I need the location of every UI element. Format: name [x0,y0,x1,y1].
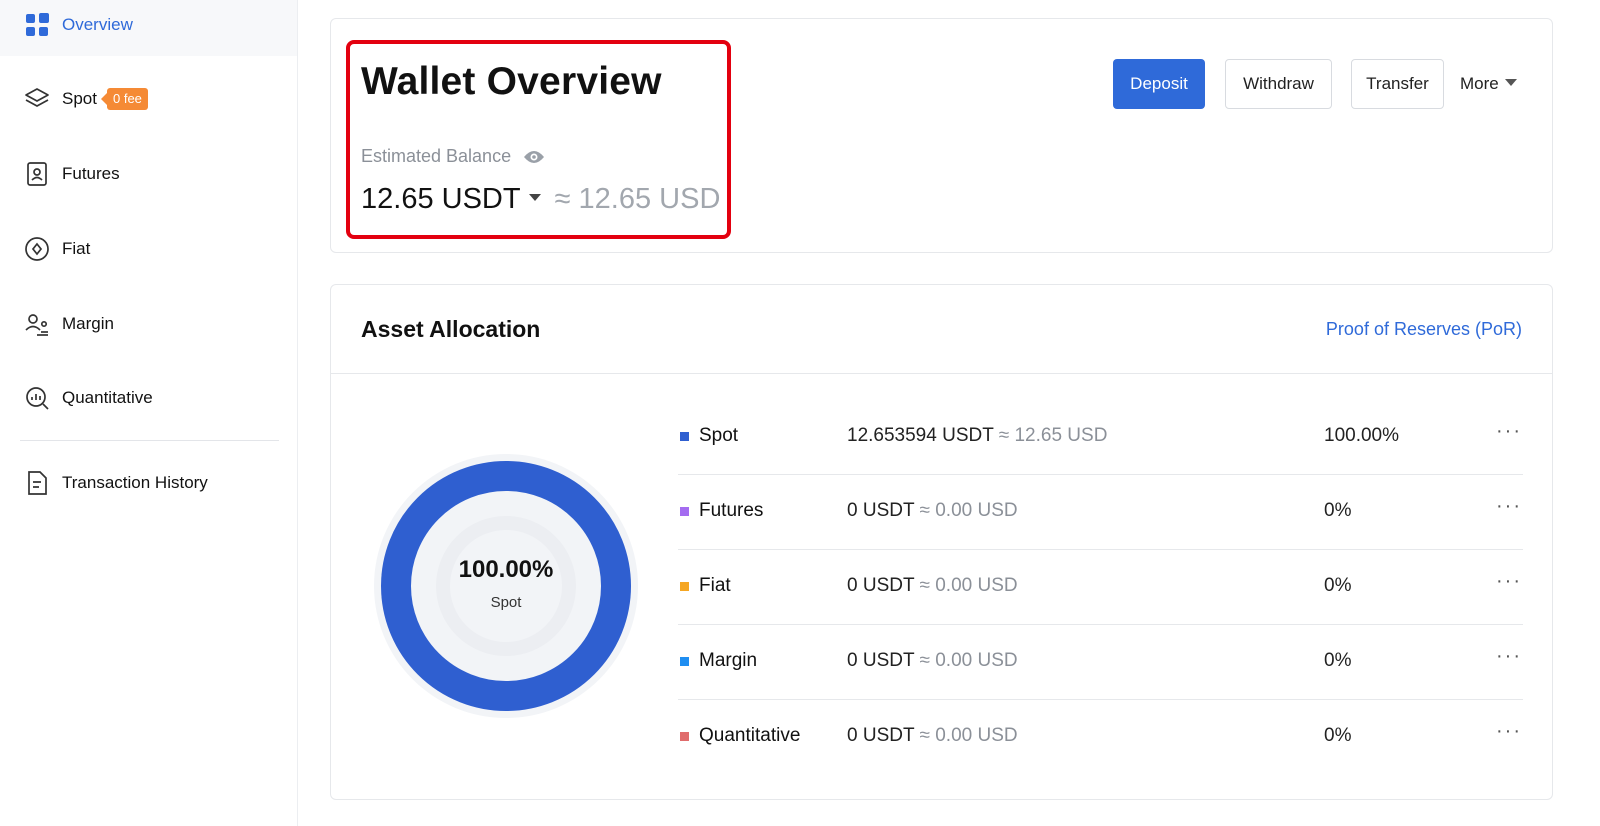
sidebar-item-label: Fiat [62,239,91,258]
more-label: More [1460,74,1499,93]
more-options-icon[interactable]: ··· [1496,720,1522,743]
allocation-donut-chart [374,454,638,718]
sidebar-item-margin[interactable]: Margin [0,293,297,355]
row-name: Futures [699,500,764,521]
row-amount-usdt: 0 USDT [847,650,915,671]
sidebar-item-futures[interactable]: Futures [0,143,297,205]
futures-color-swatch [680,507,689,516]
row-amount-usd: ≈ 12.65 USD [998,425,1108,446]
margin-users-icon [24,311,50,337]
allocation-row-margin: Margin 0 USDT ≈ 0.00 USD 0% ··· [678,625,1523,700]
balance-value: 12.65 USDT [361,183,521,215]
more-options-icon[interactable]: ··· [1496,645,1522,668]
row-percent: 100.00% [1324,425,1400,446]
currency-dropdown-chevron-down-icon[interactable] [528,194,541,201]
row-amount: 0 USDT ≈ 0.00 USD [847,500,1018,522]
donut-percent: 100.00% [458,556,554,583]
sidebar-item-quantitative[interactable]: Quantitative [0,367,297,429]
quantitative-color-swatch [680,732,689,741]
row-amount: 0 USDT ≈ 0.00 USD [847,650,1018,672]
row-percent: 0% [1324,575,1352,596]
row-percent: 0% [1324,725,1352,746]
balance-row: 12.65 USDT ≈ 12.65 USD [361,183,720,216]
spot-color-swatch [680,432,689,441]
sidebar: Overview Spot 0 fee Futures Fiat Margin … [0,0,298,826]
sidebar-item-overview[interactable]: Overview [0,0,297,56]
allocation-row-spot: Spot 12.653594 USDT ≈ 12.65 USD 100.00% … [678,400,1523,475]
sidebar-item-label: Futures [62,164,120,183]
transfer-button[interactable]: Transfer [1351,59,1444,109]
row-name: Quantitative [699,725,801,746]
more-options-icon[interactable]: ··· [1496,495,1522,518]
card-divider [331,373,1552,374]
allocation-row-fiat: Fiat 0 USDT ≈ 0.00 USD 0% ··· [678,550,1523,625]
donut-outer-halo [374,454,638,718]
row-amount-usd: ≈ 0.00 USD [919,575,1018,596]
proof-of-reserves-link[interactable]: Proof of Reserves (PoR) [1326,319,1522,340]
sidebar-item-transaction-history[interactable]: Transaction History [0,452,297,514]
estimated-balance-text: Estimated Balance [361,146,512,166]
history-document-icon [24,470,50,496]
row-name: Spot [699,425,739,446]
sidebar-item-spot[interactable]: Spot 0 fee [0,68,297,130]
estimated-balance-label: Estimated Balance [361,146,545,167]
sidebar-item-label: Margin [62,314,114,333]
row-percent: 0% [1324,500,1352,521]
sidebar-item-label: Transaction History [62,473,208,492]
futures-document-icon [24,161,50,187]
more-options-icon[interactable]: ··· [1496,570,1522,593]
asset-allocation-title: Asset Allocation [361,316,541,342]
balance-usd-approx: ≈ 12.65 USD [554,183,721,215]
sidebar-item-label: Spot [62,89,97,108]
allocation-row-futures: Futures 0 USDT ≈ 0.00 USD 0% ··· [678,475,1523,550]
zero-fee-badge: 0 fee [100,88,148,110]
row-amount: 0 USDT ≈ 0.00 USD [847,725,1018,747]
row-amount-usd: ≈ 0.00 USD [919,650,1018,671]
more-options-icon[interactable]: ··· [1496,420,1522,443]
withdraw-button[interactable]: Withdraw [1225,59,1332,109]
fiat-coin-icon [24,236,50,262]
chevron-down-icon [1504,78,1517,86]
eye-icon[interactable] [523,149,545,165]
row-percent: 0% [1324,650,1352,671]
row-amount-usd: ≈ 0.00 USD [919,500,1018,521]
sidebar-item-label: Quantitative [62,388,153,407]
deposit-button[interactable]: Deposit [1113,59,1205,109]
quantitative-search-icon [24,385,50,411]
allocation-list: Spot 12.653594 USDT ≈ 12.65 USD 100.00% … [678,400,1523,775]
row-amount-usdt: 0 USDT [847,500,915,521]
fiat-color-swatch [680,582,689,591]
allocation-row-quantitative: Quantitative 0 USDT ≈ 0.00 USD 0% ··· [678,700,1523,775]
sidebar-divider [20,440,279,441]
row-name: Margin [699,650,758,671]
sidebar-item-fiat[interactable]: Fiat [0,218,297,280]
row-amount: 0 USDT ≈ 0.00 USD [847,575,1018,597]
margin-color-swatch [680,657,689,666]
row-amount-usdt: 0 USDT [847,575,915,596]
layers-icon [24,86,50,112]
donut-label: Spot [490,594,522,611]
row-amount-usdt: 0 USDT [847,725,915,746]
row-name: Fiat [699,575,731,596]
sidebar-item-label: Overview [62,15,133,34]
row-amount: 12.653594 USDT ≈ 12.65 USD [847,425,1107,447]
row-amount-usdt: 12.653594 USDT [847,425,994,446]
more-button[interactable]: More [1460,59,1530,109]
page-title: Wallet Overview [361,60,662,103]
overview-grid-icon [24,12,50,38]
wallet-app: Overview Spot 0 fee Futures Fiat Margin … [0,0,1600,826]
row-amount-usd: ≈ 0.00 USD [919,725,1018,746]
